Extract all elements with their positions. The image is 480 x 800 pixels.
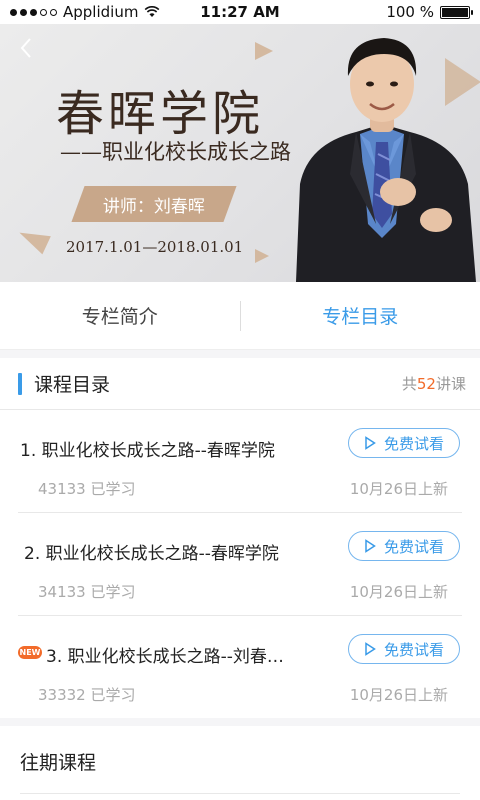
lecturer-name: 讲师：刘春晖 [103, 196, 205, 217]
header-left: 课程目录 [18, 370, 110, 397]
update-date: 10月26日上新 [349, 686, 448, 704]
learner-count: 43133 已学习 [38, 480, 136, 498]
status-bar: Applidium 11:27 AM 100 % [0, 0, 480, 24]
lesson-item[interactable]: 1. 职业化校长成长之路--春晖学院 免费试看 43133 已学习 10月26日… [18, 410, 462, 513]
course-list-header: 课程目录 共52讲课 [0, 358, 480, 410]
play-icon [365, 642, 376, 656]
lesson-count: 共52讲课 [402, 373, 466, 394]
course-list: 课程目录 共52讲课 1. 职业化校长成长之路--春晖学院 免费试看 43133… [0, 358, 480, 718]
lesson-title[interactable]: 2. 职业化校长成长之路--春晖学院 [24, 539, 279, 564]
free-preview-label: 免费试看 [383, 537, 444, 556]
lesson-title[interactable]: 1. 职业化校长成长之路--春晖学院 [20, 436, 275, 461]
banner-subtitle: ——职业化校长成长之路 [60, 140, 291, 164]
play-icon [365, 539, 376, 553]
battery-fill [442, 7, 468, 17]
decor-triangle [255, 42, 273, 60]
carrier-name: Applidium [63, 3, 139, 21]
decor-triangle [255, 249, 269, 263]
decor-triangle [15, 223, 51, 255]
wifi-icon [145, 6, 160, 17]
past-courses-section: 往期课程 [0, 726, 480, 800]
section-accent-bar [18, 372, 22, 395]
course-banner: 春晖学院 ——职业化校长成长之路 讲师：刘春晖 2017.1.01—2018.0… [0, 24, 480, 282]
free-preview-button[interactable]: 免费试看 [348, 428, 460, 458]
past-courses-title: 往期课程 [20, 752, 97, 774]
banner-title: 春晖学院 [56, 86, 265, 142]
back-button[interactable] [14, 34, 38, 62]
tab-bar: 专栏简介 专栏目录 [0, 282, 480, 350]
learner-count: 34133 已学习 [38, 583, 136, 601]
update-date: 10月26日上新 [349, 583, 448, 601]
lesson-title[interactable]: 3. 职业化校长成长之路--刘春… [46, 642, 284, 667]
lecturer-portrait [296, 38, 476, 282]
battery-icon [440, 5, 473, 19]
tab-catalog[interactable]: 专栏目录 [241, 282, 480, 349]
count-suffix: 讲课 [435, 375, 466, 393]
new-badge: NEW [18, 646, 42, 659]
divider [20, 793, 460, 794]
play-icon [365, 436, 376, 450]
signal-icon [10, 8, 57, 16]
update-date: 10月26日上新 [349, 480, 448, 498]
battery-percent: 100 % [386, 3, 434, 21]
learner-count: 33332 已学习 [38, 686, 136, 704]
status-right: 100 % [386, 3, 473, 21]
chevron-left-icon [20, 38, 31, 58]
free-preview-button[interactable]: 免费试看 [348, 634, 460, 664]
status-left: Applidium [10, 3, 160, 21]
course-list-title: 课程目录 [34, 374, 111, 396]
free-preview-button[interactable]: 免费试看 [348, 531, 460, 561]
count-number: 52 [416, 375, 436, 393]
banner-date: 2017.1.01—2018.01.01 [66, 238, 244, 256]
lecturer-tag: 讲师：刘春晖 [71, 186, 237, 222]
tab-intro[interactable]: 专栏简介 [0, 282, 240, 349]
lesson-item[interactable]: NEW 3. 职业化校长成长之路--刘春… 免费试看 33332 已学习 10月… [18, 616, 462, 719]
free-preview-label: 免费试看 [383, 434, 444, 453]
lesson-item[interactable]: 2. 职业化校长成长之路--春晖学院 免费试看 34133 已学习 10月26日… [18, 513, 462, 616]
free-preview-label: 免费试看 [383, 640, 444, 659]
count-prefix: 共 [401, 375, 417, 393]
